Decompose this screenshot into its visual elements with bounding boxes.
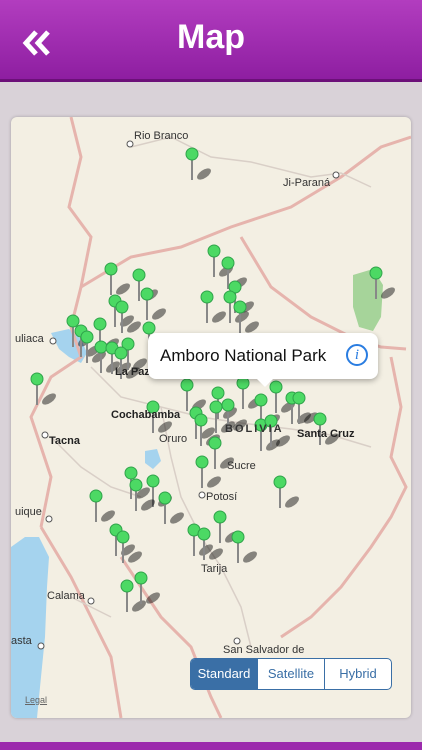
city-label: Sucre [227, 460, 256, 472]
map-canvas[interactable] [11, 117, 411, 718]
map-type-satellite[interactable]: Satellite [258, 659, 325, 689]
map-pin[interactable] [120, 579, 148, 614]
map-pin[interactable] [89, 489, 117, 524]
map-type-standard[interactable]: Standard [191, 659, 258, 689]
header-bar: Map [0, 0, 422, 82]
city-label: Tarija [201, 563, 228, 575]
city-label: Calama [47, 590, 85, 602]
map-view[interactable]: Rio Branco Ji-Paraná uliaca La Paz Cocha… [11, 117, 411, 718]
map-pin[interactable] [104, 262, 132, 297]
city-label: Potosí [206, 491, 238, 503]
city-label: Cochabamba [111, 409, 181, 421]
map-type-segmented-control[interactable]: Standard Satellite Hybrid [190, 658, 392, 690]
city-label: La Paz [115, 366, 150, 378]
city-label: Rio Branco [134, 130, 189, 142]
callout-arrow [256, 378, 274, 387]
callout-title: Amboro National Park [160, 346, 327, 365]
legal-link[interactable]: Legal [25, 695, 47, 705]
map-pin[interactable] [231, 530, 259, 565]
map-pin[interactable] [134, 571, 162, 606]
city-label: uique [15, 506, 42, 518]
map-type-hybrid[interactable]: Hybrid [325, 659, 391, 689]
map-pin[interactable] [195, 455, 223, 490]
map-callout[interactable]: Amboro National Park i [148, 333, 378, 387]
city-label: Ji-Paraná [283, 177, 331, 189]
city-label: Oruro [159, 433, 188, 445]
city-label: uliaca [15, 333, 44, 345]
city-label: asta [11, 635, 32, 647]
map-pin[interactable] [273, 475, 301, 510]
bottom-bar [0, 742, 422, 750]
info-icon[interactable]: i [346, 344, 368, 366]
city-label: Santa Cruz [297, 428, 355, 440]
country-label: BOLIVIA [225, 423, 284, 435]
map-pin[interactable] [185, 147, 213, 182]
city-label: Tacna [49, 435, 80, 447]
page-title: Map [177, 18, 245, 56]
